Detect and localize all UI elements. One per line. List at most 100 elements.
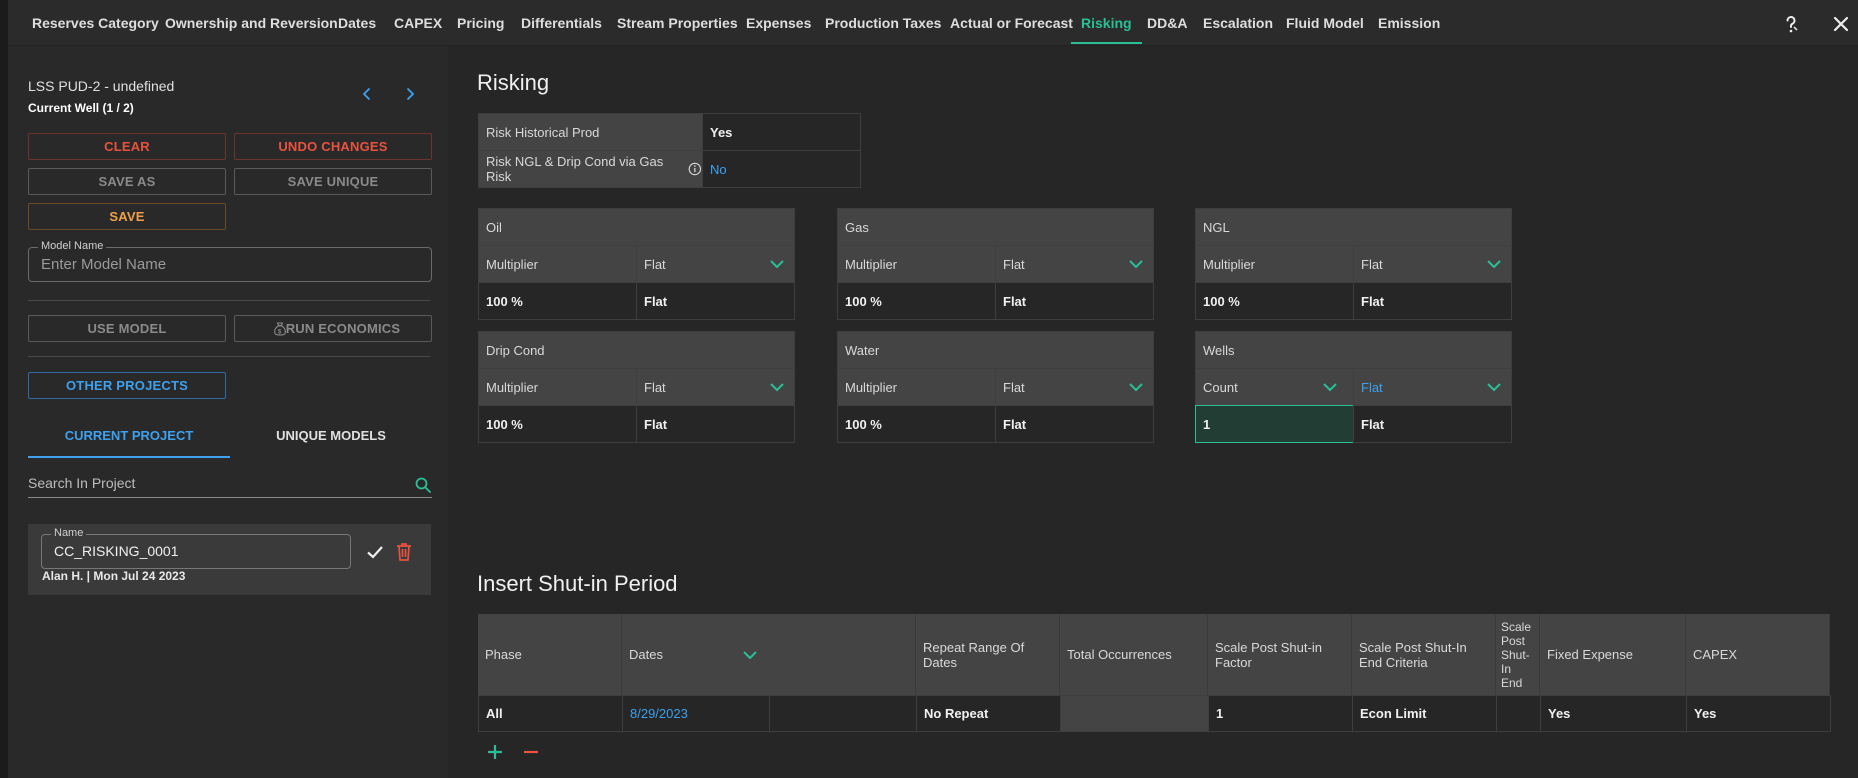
phase-value-input[interactable]: 100 % bbox=[478, 282, 637, 320]
use-model-button[interactable]: USE MODEL bbox=[28, 315, 226, 342]
model-card-name-field[interactable]: Name CC_RISKING_0001 bbox=[41, 527, 351, 569]
tab-expenses[interactable]: Expenses bbox=[746, 0, 811, 46]
cell-scale-end-criteria[interactable]: Econ Limit bbox=[1352, 695, 1497, 732]
phase-type-select[interactable]: Multiplier bbox=[478, 368, 637, 406]
tab-dda[interactable]: DD&A bbox=[1147, 0, 1187, 46]
phase-criteria-value[interactable]: Flat bbox=[636, 282, 795, 320]
phase-name: Drip Cond bbox=[478, 331, 795, 369]
info-icon[interactable] bbox=[688, 162, 702, 176]
mode-chevron-down-icon[interactable] bbox=[1486, 259, 1502, 269]
phase-criteria-value[interactable]: Flat bbox=[995, 282, 1154, 320]
cell-start-date[interactable]: 8/29/2023 bbox=[622, 695, 770, 732]
tab-production-taxes[interactable]: Production Taxes bbox=[825, 0, 941, 46]
tab-stream-properties[interactable]: Stream Properties bbox=[617, 0, 738, 46]
tab-dates[interactable]: Dates bbox=[338, 0, 376, 46]
run-economics-button[interactable]: $ RUN ECONOMICS bbox=[234, 315, 432, 342]
risk-ngl-drip-cond-value[interactable]: No bbox=[702, 150, 861, 188]
mode-chevron-down-icon[interactable] bbox=[1128, 382, 1144, 392]
mode-chevron-down-icon[interactable] bbox=[1486, 382, 1502, 392]
phase-criteria-value[interactable]: Flat bbox=[1353, 405, 1512, 443]
cell-phase[interactable]: All bbox=[478, 695, 623, 732]
tab-escalation[interactable]: Escalation bbox=[1203, 0, 1273, 46]
phase-mode-value: Flat bbox=[1003, 256, 1025, 272]
project-search-input[interactable]: Search In Project bbox=[28, 475, 135, 491]
clear-button[interactable]: CLEAR bbox=[28, 133, 226, 160]
risk-historical-prod-value[interactable]: Yes bbox=[702, 113, 861, 151]
phase-name: NGL bbox=[1195, 208, 1512, 246]
column-header-total-occurrences: Total Occurrences bbox=[1060, 614, 1208, 695]
mode-chevron-down-icon[interactable] bbox=[1128, 259, 1144, 269]
svg-text:$: $ bbox=[278, 330, 282, 336]
phase-value-input[interactable]: 1 bbox=[1195, 405, 1354, 443]
mode-chevron-down-icon[interactable] bbox=[769, 382, 785, 392]
cell-scale-factor[interactable]: 1 bbox=[1208, 695, 1353, 732]
risk-ngl-drip-cond-label: Risk NGL & Drip Cond via Gas Risk bbox=[478, 150, 703, 188]
project-search-field[interactable]: Search In Project bbox=[28, 470, 432, 498]
delete-trash-icon[interactable] bbox=[394, 541, 414, 563]
other-projects-button[interactable]: OTHER PROJECTS bbox=[28, 372, 226, 399]
tab-differentials[interactable]: Differentials bbox=[521, 0, 602, 46]
phase-type-value: Multiplier bbox=[486, 379, 539, 395]
phase-criteria-value[interactable]: Flat bbox=[636, 405, 795, 443]
model-card-name-input[interactable]: CC_RISKING_0001 bbox=[54, 543, 179, 559]
save-as-button[interactable]: SAVE AS bbox=[28, 168, 226, 195]
previous-well-chevron-left-icon[interactable] bbox=[357, 84, 377, 104]
mode-chevron-down-icon[interactable] bbox=[769, 259, 785, 269]
undo-changes-button[interactable]: UNDO CHANGES bbox=[234, 133, 432, 160]
close-icon[interactable] bbox=[1829, 12, 1853, 36]
phase-type-select[interactable]: Multiplier bbox=[837, 245, 996, 283]
column-header-scale-factor: Scale Post Shut-in Factor bbox=[1208, 614, 1352, 695]
run-economics-label: RUN ECONOMICS bbox=[285, 321, 401, 336]
tab-fluid-model[interactable]: Fluid Model bbox=[1286, 0, 1364, 46]
cell-fixed-expense[interactable]: Yes bbox=[1540, 695, 1687, 732]
tab-unique-models[interactable]: UNIQUE MODELS bbox=[230, 416, 432, 458]
top-tab-bar: Reserves Category Ownership and Reversio… bbox=[8, 0, 1858, 46]
cell-repeat-range[interactable]: No Repeat bbox=[916, 695, 1061, 732]
tab-capex[interactable]: CAPEX bbox=[394, 0, 442, 46]
tab-emission[interactable]: Emission bbox=[1378, 0, 1440, 46]
phase-name: Water bbox=[837, 331, 1154, 369]
column-header-capex: CAPEX bbox=[1686, 614, 1830, 695]
phase-value-input[interactable]: 100 % bbox=[837, 282, 996, 320]
cell-total-occurrences bbox=[1060, 695, 1209, 732]
divider bbox=[28, 300, 430, 301]
phase-value-input[interactable]: 100 % bbox=[837, 405, 996, 443]
tab-pricing[interactable]: Pricing bbox=[457, 0, 504, 46]
type-chevron-down-icon[interactable] bbox=[1322, 382, 1338, 392]
model-name-field[interactable]: Model Name Enter Model Name bbox=[28, 240, 432, 282]
shutin-title: Insert Shut-in Period bbox=[477, 571, 678, 596]
risking-title: Risking bbox=[477, 70, 550, 95]
phase-type-select[interactable]: Multiplier bbox=[478, 245, 637, 283]
remove-row-minus-icon[interactable] bbox=[522, 743, 540, 761]
phase-type-select[interactable]: Multiplier bbox=[1195, 245, 1354, 283]
tab-reserves-category[interactable]: Reserves Category bbox=[32, 0, 159, 46]
tab-ownership-and-reversion[interactable]: Ownership and Reversion bbox=[165, 0, 338, 46]
model-name-label: Model Name bbox=[38, 240, 107, 252]
model-name-input[interactable]: Enter Model Name bbox=[41, 256, 166, 273]
next-well-chevron-right-icon[interactable] bbox=[400, 84, 420, 104]
risk-ngl-drip-cond-text: Risk NGL & Drip Cond via Gas Risk bbox=[486, 154, 664, 184]
search-icon[interactable] bbox=[414, 476, 432, 494]
column-header-scale-end: Scale Post Shut-In End bbox=[1496, 614, 1540, 695]
tab-actual-or-forecast[interactable]: Actual or Forecast bbox=[950, 0, 1073, 46]
add-row-plus-icon[interactable] bbox=[486, 743, 504, 761]
phase-value-input[interactable]: 100 % bbox=[1195, 282, 1354, 320]
well-name: LSS PUD-2 - undefined bbox=[28, 78, 175, 94]
chevron-down-icon[interactable] bbox=[742, 650, 758, 660]
cell-scale-end[interactable] bbox=[1496, 695, 1541, 732]
phase-value-input[interactable]: 100 % bbox=[478, 405, 637, 443]
tab-current-project[interactable]: CURRENT PROJECT bbox=[28, 416, 230, 458]
tab-risking[interactable]: Risking bbox=[1071, 0, 1142, 46]
phase-criteria-value[interactable]: Flat bbox=[995, 405, 1154, 443]
phase-criteria-value[interactable]: Flat bbox=[1353, 282, 1512, 320]
cell-end-date[interactable] bbox=[769, 695, 917, 732]
cell-capex[interactable]: Yes bbox=[1686, 695, 1831, 732]
phase-type-select[interactable]: Multiplier bbox=[837, 368, 996, 406]
help-icon[interactable] bbox=[1779, 12, 1803, 36]
save-button[interactable]: SAVE bbox=[28, 203, 226, 230]
confirm-check-icon[interactable] bbox=[365, 542, 385, 562]
risk-historical-prod-label: Risk Historical Prod bbox=[478, 113, 703, 151]
save-unique-button[interactable]: SAVE UNIQUE bbox=[234, 168, 432, 195]
column-header-dates[interactable]: Dates bbox=[622, 614, 916, 695]
model-card[interactable]: Name CC_RISKING_0001 Alan H. | Mon Jul 2… bbox=[28, 524, 431, 595]
